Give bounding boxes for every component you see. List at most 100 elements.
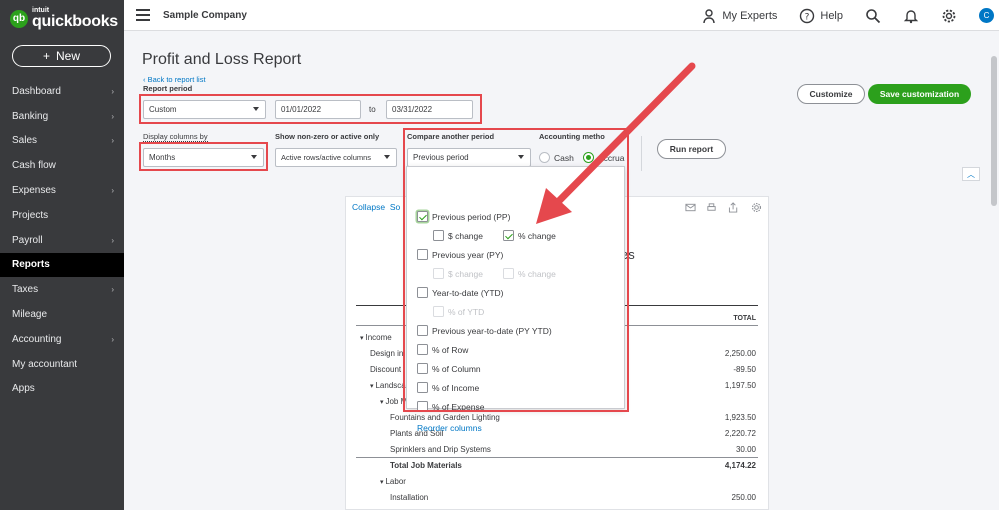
- sidebar-item-my-accountant[interactable]: My accountant: [0, 352, 124, 377]
- sidebar-item-label: Reports: [12, 259, 50, 271]
- chevron-right-icon: ›: [111, 285, 114, 295]
- plus-icon: +: [42, 49, 50, 63]
- sidebar-item-sales[interactable]: Sales ›: [0, 129, 124, 154]
- collapse-options-button[interactable]: ︿: [962, 167, 980, 181]
- report-settings-gear-icon[interactable]: [751, 202, 762, 213]
- sidebar-item-expenses[interactable]: Expenses ›: [0, 178, 124, 203]
- page-scrollbar[interactable]: [991, 56, 997, 206]
- person-icon: [703, 8, 716, 23]
- date-to-label: to: [369, 105, 376, 114]
- row-label: Labor: [385, 476, 406, 486]
- table-row: Sprinklers and Drip Systems 30.00: [356, 441, 758, 457]
- report-period-select[interactable]: Custom: [143, 100, 266, 119]
- search-button[interactable]: [865, 8, 881, 24]
- print-icon[interactable]: [706, 202, 717, 213]
- my-experts-button[interactable]: My Experts: [701, 8, 777, 24]
- date-to-input[interactable]: 03/31/2022: [386, 100, 473, 119]
- display-columns-label-text: Display columns by: [143, 132, 208, 142]
- back-to-report-list-link[interactable]: ‹ Back to report list: [143, 75, 206, 84]
- row-label: Design in: [370, 348, 404, 358]
- row-amount[interactable]: 4,174.22: [725, 461, 758, 470]
- main-content: Profit and Loss Report ‹ Back to report …: [124, 31, 999, 510]
- show-nonzero-value: Active rows/active columns: [281, 153, 372, 162]
- sidebar-item-label: Mileage: [12, 309, 48, 321]
- sidebar-item-mileage[interactable]: Mileage: [0, 302, 124, 327]
- sidebar-item-projects[interactable]: Projects: [0, 203, 124, 228]
- chevron-up-icon: ︿: [967, 169, 975, 179]
- sidebar: qb intuit quickbooks + New Dashboard › Ban…: [0, 0, 124, 510]
- sidebar-item-label: Taxes: [12, 284, 39, 296]
- table-row: Total Job Materials 4,174.22: [356, 457, 758, 473]
- collapse-link[interactable]: Collapse: [352, 202, 385, 212]
- settings-button[interactable]: [941, 8, 957, 24]
- new-button-label: New: [56, 49, 81, 63]
- notifications-button[interactable]: [903, 8, 919, 24]
- table-row: Installation 250.00: [356, 489, 758, 505]
- show-nonzero-select[interactable]: Active rows/active columns: [275, 148, 397, 167]
- sidebar-item-apps[interactable]: Apps: [0, 377, 124, 402]
- sidebar-item-banking[interactable]: Banking ›: [0, 104, 124, 129]
- sidebar-item-cash-flow[interactable]: Cash flow: [0, 153, 124, 178]
- avatar[interactable]: C: [979, 8, 994, 23]
- caret-down-icon: [384, 155, 390, 159]
- help-label: Help: [820, 9, 843, 22]
- sidebar-item-payroll[interactable]: Payroll ›: [0, 228, 124, 253]
- report-toolbar-links: Collapse So: [352, 202, 400, 212]
- row-amount[interactable]: -89.50: [733, 365, 758, 374]
- sidebar-item-label: Sales: [12, 135, 38, 147]
- sidebar-item-reports[interactable]: Reports: [0, 252, 124, 278]
- chevron-right-icon: ›: [111, 186, 114, 196]
- chevron-right-icon: ›: [111, 86, 114, 96]
- table-row: ▾ Labor: [356, 473, 758, 489]
- customize-button[interactable]: Customize: [797, 84, 865, 104]
- sidebar-item-label: Accounting: [12, 333, 62, 345]
- row-amount[interactable]: 250.00: [732, 493, 758, 502]
- new-button[interactable]: + New: [12, 45, 111, 67]
- total-column-header: TOTAL: [733, 315, 756, 322]
- hamburger-menu-icon[interactable]: [136, 9, 150, 24]
- display-columns-value: Months: [149, 153, 176, 162]
- sidebar-item-label: Payroll: [12, 234, 43, 246]
- gear-icon: [942, 9, 956, 22]
- sidebar-item-dashboard[interactable]: Dashboard ›: [0, 79, 124, 104]
- search-icon: [866, 8, 881, 23]
- sidebar-item-label: My accountant: [12, 358, 78, 370]
- help-icon: ?: [800, 8, 815, 23]
- row-label: Sprinklers and Drip Systems: [390, 444, 491, 454]
- row-amount[interactable]: 2,220.72: [725, 429, 758, 438]
- row-amount[interactable]: 1,923.50: [725, 413, 758, 422]
- report-period-value: Custom: [149, 105, 177, 114]
- row-label: Discount: [370, 364, 402, 374]
- report-period-label: Report period: [143, 84, 193, 93]
- caret-down-icon: [253, 107, 259, 111]
- row-amount[interactable]: 30.00: [736, 445, 758, 454]
- sidebar-item-label: Projects: [12, 209, 49, 221]
- sidebar-item-label: Expenses: [12, 185, 56, 197]
- sidebar-item-label: Cash flow: [12, 160, 56, 172]
- row-label: Income: [365, 332, 392, 342]
- qb-logo-icon: qb: [10, 9, 28, 28]
- export-icon[interactable]: [727, 202, 741, 213]
- back-link-label: Back to report list: [147, 75, 206, 84]
- annotation-arrow-icon: [536, 62, 696, 224]
- row-amount[interactable]: 1,197.50: [725, 381, 758, 390]
- help-button[interactable]: ? Help: [799, 8, 843, 24]
- company-name: Sample Company: [163, 10, 247, 21]
- sidebar-nav: Dashboard › Banking › Sales › Cash flow Expense…: [0, 79, 124, 401]
- svg-text:?: ?: [805, 12, 810, 22]
- top-bar: Sample Company My Experts ? Help C: [124, 0, 999, 31]
- sidebar-item-taxes[interactable]: Taxes ›: [0, 277, 124, 302]
- sidebar-item-accounting[interactable]: Accounting ›: [0, 327, 124, 352]
- sort-link[interactable]: So: [390, 202, 400, 212]
- row-amount[interactable]: 2,250.00: [725, 349, 758, 358]
- reorder-columns-link[interactable]: Reorder columns: [417, 423, 482, 433]
- quickbooks-logo[interactable]: qb intuit quickbooks: [10, 7, 118, 30]
- row-label: Total Job Materials: [390, 461, 462, 470]
- caret-down-icon: [251, 155, 257, 159]
- date-from-input[interactable]: 01/01/2022: [275, 100, 361, 119]
- display-columns-label: Display columns by: [143, 132, 208, 142]
- chevron-right-icon: ›: [111, 334, 114, 344]
- display-columns-select[interactable]: Months: [143, 148, 264, 167]
- sidebar-item-label: Apps: [12, 383, 35, 395]
- save-customization-button[interactable]: Save customization: [868, 84, 971, 104]
